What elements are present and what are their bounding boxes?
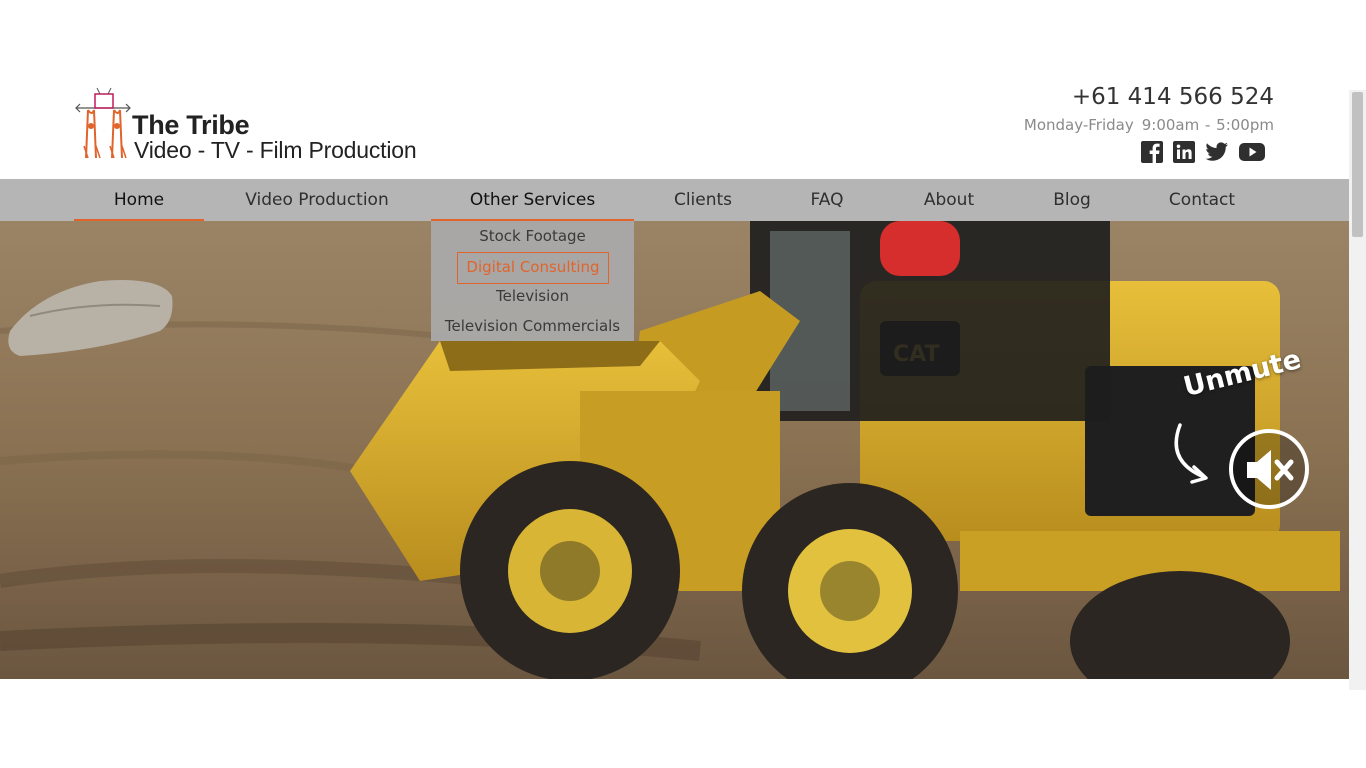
dropdown-item-television-commercials[interactable]: Television Commercials bbox=[431, 317, 634, 335]
hero-video[interactable]: CAT Unmute bbox=[0, 221, 1349, 679]
nav-home[interactable]: Home bbox=[74, 179, 204, 221]
nav-faq[interactable]: FAQ bbox=[798, 179, 856, 221]
hero-scene-image: CAT bbox=[0, 221, 1349, 679]
dropdown-item-television[interactable]: Television bbox=[431, 287, 634, 305]
youtube-icon[interactable] bbox=[1239, 141, 1265, 163]
speaker-muted-icon bbox=[1247, 450, 1294, 490]
dropdown-item-stock-footage[interactable]: Stock Footage bbox=[431, 227, 634, 245]
nav-other-services[interactable]: Other Services bbox=[431, 179, 634, 221]
brand-subtitle: Video - TV - Film Production bbox=[134, 137, 417, 163]
main-nav: Home Video Production Other Services Cli… bbox=[0, 179, 1349, 221]
nav-contact[interactable]: Contact bbox=[1157, 179, 1247, 221]
business-time: 9:00am - 5:00pm bbox=[1141, 116, 1274, 134]
linkedin-icon[interactable] bbox=[1173, 141, 1195, 163]
business-days: Monday-Friday bbox=[1023, 116, 1134, 134]
nav-video-production[interactable]: Video Production bbox=[232, 179, 402, 221]
business-hours: Monday-Friday 9:00am - 5:00pm bbox=[1024, 116, 1274, 134]
nav-blog[interactable]: Blog bbox=[1041, 179, 1103, 221]
twitter-icon[interactable] bbox=[1205, 141, 1229, 163]
scrollbar-thumb[interactable] bbox=[1352, 92, 1363, 237]
tribe-logo-icon bbox=[75, 87, 131, 159]
phone-number[interactable]: +61 414 566 524 bbox=[1072, 84, 1274, 110]
facebook-icon[interactable] bbox=[1141, 141, 1163, 163]
logo[interactable]: The Tribe Video - TV - Film Production bbox=[74, 86, 417, 163]
page: The Tribe Video - TV - Film Production +… bbox=[0, 0, 1366, 768]
nav-clients[interactable]: Clients bbox=[662, 179, 744, 221]
unmute-button[interactable] bbox=[1229, 429, 1309, 509]
other-services-dropdown: Stock Footage Digital Consulting Televis… bbox=[431, 221, 634, 341]
curved-arrow-icon bbox=[1174, 423, 1208, 484]
social-links bbox=[1141, 141, 1265, 163]
nav-about[interactable]: About bbox=[911, 179, 987, 221]
dropdown-item-digital-consulting[interactable]: Digital Consulting bbox=[457, 252, 609, 284]
